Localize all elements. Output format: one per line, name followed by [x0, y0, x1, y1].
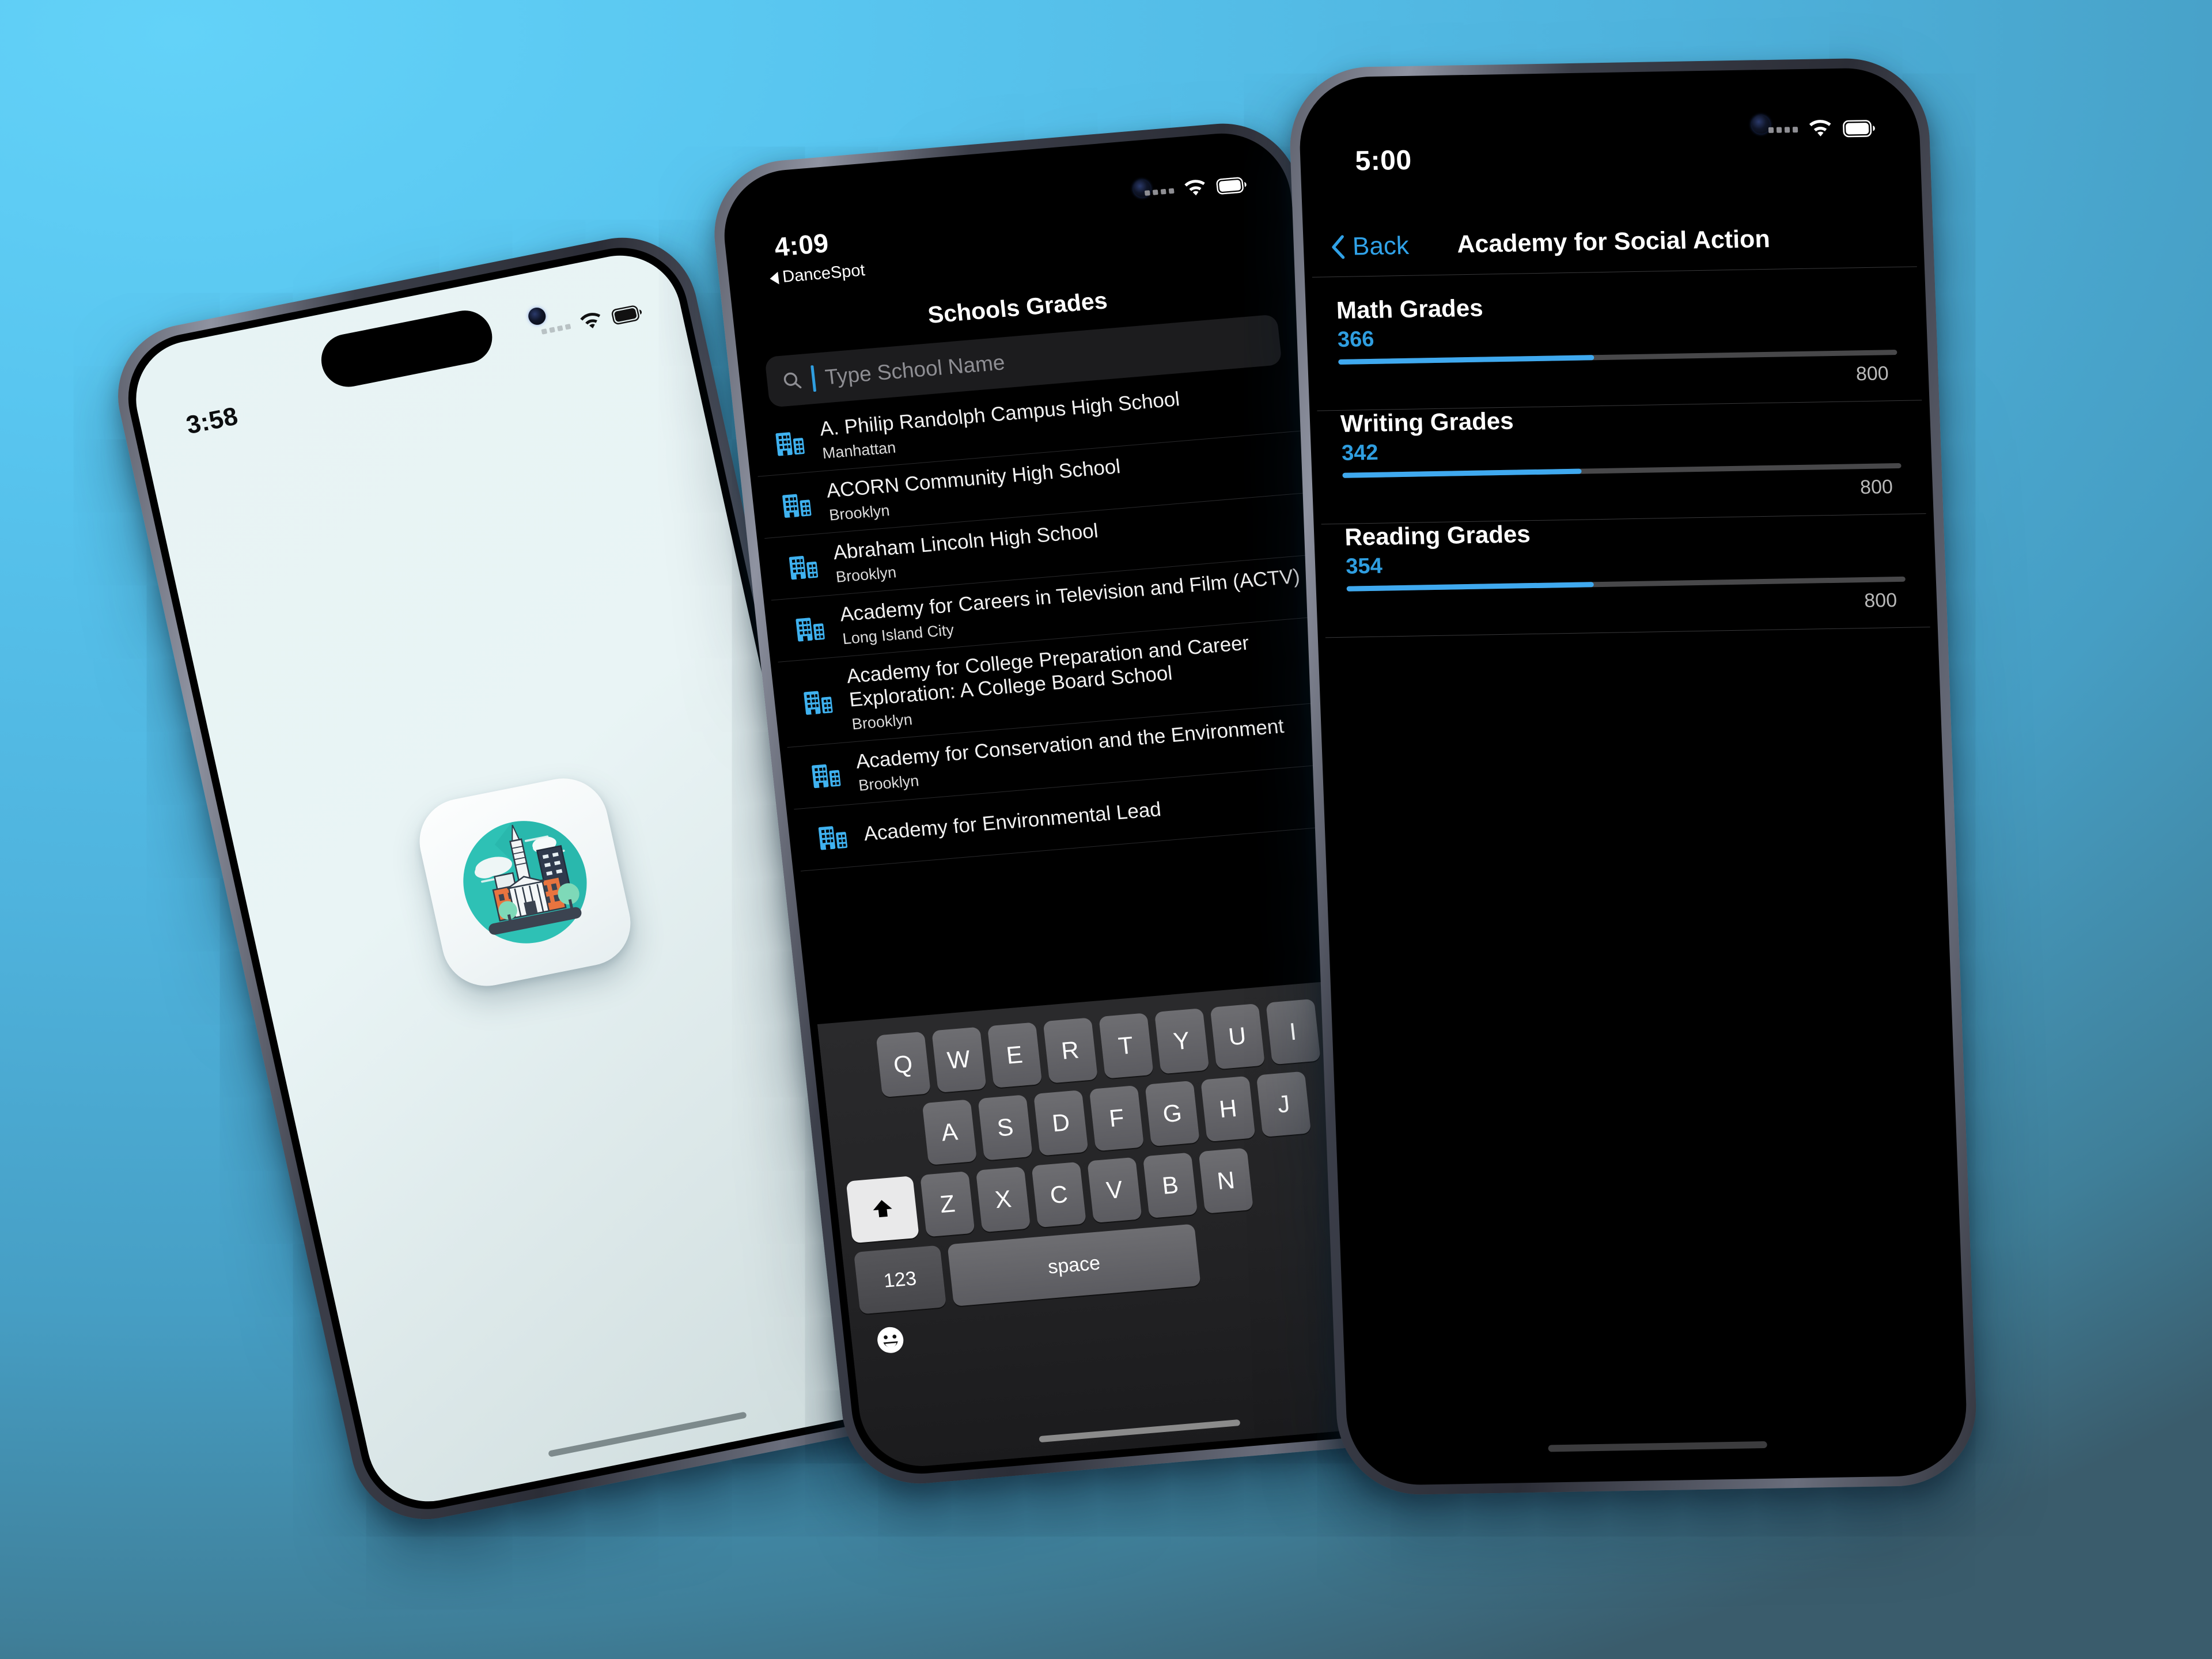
- key-d[interactable]: D: [1033, 1090, 1088, 1156]
- grade-progress-fill: [1347, 582, 1594, 591]
- search-placeholder: Type School Name: [824, 350, 1006, 389]
- grade-label: Writing Grades: [1340, 400, 1900, 438]
- back-button-label: Back: [1352, 231, 1410, 261]
- cellular-bars-icon: [1768, 127, 1798, 133]
- grade-progress: 800: [1347, 577, 1907, 622]
- front-camera-icon: [1751, 115, 1770, 134]
- building-icon: [793, 611, 828, 645]
- status-time: 5:00: [1355, 145, 1412, 177]
- status-icons: [540, 302, 645, 341]
- phone-right-screen: 5:00: [1305, 75, 1961, 1479]
- grade-value: 342: [1341, 431, 1901, 466]
- building-icon: [808, 757, 844, 792]
- grade-max-value: 800: [1855, 362, 1889, 385]
- navigation-bar: Back Academy for Social Action: [1310, 207, 1917, 277]
- phone-right: 5:00: [1287, 57, 1979, 1496]
- building-icon: [800, 684, 836, 719]
- back-triangle-icon: [769, 271, 779, 285]
- building-icon: [786, 549, 821, 584]
- key-v[interactable]: V: [1087, 1157, 1142, 1223]
- building-icon: [815, 820, 851, 854]
- back-button[interactable]: Back: [1310, 231, 1410, 262]
- grade-progress: 800: [1338, 350, 1898, 395]
- key-z[interactable]: Z: [920, 1171, 975, 1237]
- dynamic-island: [918, 172, 1096, 239]
- key-r[interactable]: R: [1043, 1017, 1097, 1083]
- numbers-key[interactable]: 123: [854, 1245, 946, 1315]
- cellular-bars-icon: [1145, 188, 1175, 195]
- key-x[interactable]: X: [976, 1166, 1031, 1232]
- key-b[interactable]: B: [1143, 1153, 1198, 1218]
- key-e[interactable]: E: [987, 1022, 1041, 1088]
- key-g[interactable]: G: [1145, 1081, 1199, 1146]
- grade-progress-fill: [1338, 355, 1594, 365]
- grade-label: Reading Grades: [1344, 514, 1904, 551]
- status-time: 4:09: [773, 227, 831, 263]
- grade-value: 354: [1346, 545, 1906, 579]
- key-s[interactable]: S: [978, 1094, 1032, 1160]
- status-time: 3:58: [184, 402, 241, 440]
- text-cursor: [810, 365, 816, 392]
- status-icons: [1768, 118, 1876, 141]
- dynamic-island: [1519, 104, 1700, 162]
- grade-value: 366: [1337, 318, 1897, 353]
- chevron-left-icon: [1330, 234, 1346, 259]
- building-icon: [772, 425, 808, 460]
- school-name: Academy for Environmental Lead: [862, 798, 1162, 846]
- grade-block: Reading Grades354 800: [1321, 503, 1930, 638]
- grades-section: Math Grades366800Writing Grades342800Rea…: [1305, 75, 1910, 85]
- battery-icon: [1215, 176, 1248, 195]
- city-skyline-app-icon[interactable]: [411, 771, 639, 994]
- phone-right-bezel: 5:00: [1297, 67, 1969, 1486]
- key-a[interactable]: A: [922, 1099, 977, 1165]
- battery-icon: [611, 304, 645, 325]
- wifi-icon: [1805, 119, 1835, 140]
- grade-max-value: 800: [1859, 476, 1893, 499]
- home-indicator[interactable]: [1548, 1441, 1767, 1452]
- school-text: Academy for Environmental Lead: [862, 798, 1162, 846]
- shift-key[interactable]: [846, 1176, 919, 1243]
- key-i[interactable]: I: [1266, 999, 1320, 1065]
- key-f[interactable]: F: [1089, 1085, 1144, 1151]
- grade-progress-fill: [1342, 469, 1581, 478]
- city-skyline-illustration: [440, 798, 611, 966]
- key-c[interactable]: C: [1032, 1162, 1086, 1228]
- key-w[interactable]: W: [931, 1027, 986, 1093]
- grade-progress: 800: [1342, 463, 1902, 509]
- key-y[interactable]: Y: [1154, 1008, 1209, 1074]
- battery-icon: [1842, 120, 1876, 138]
- key-n[interactable]: N: [1199, 1147, 1253, 1213]
- back-to-app-button[interactable]: DanceSpot: [769, 261, 866, 288]
- key-h[interactable]: H: [1200, 1076, 1255, 1142]
- emoji-icon[interactable]: [873, 1323, 908, 1357]
- grade-label: Math Grades: [1336, 287, 1896, 324]
- search-icon: [781, 370, 803, 391]
- key-u[interactable]: U: [1210, 1003, 1264, 1069]
- back-app-label: DanceSpot: [782, 261, 866, 287]
- building-icon: [779, 487, 815, 522]
- home-indicator[interactable]: [548, 1411, 747, 1457]
- key-j[interactable]: J: [1256, 1071, 1311, 1137]
- key-q[interactable]: Q: [876, 1032, 930, 1097]
- dynamic-island: [316, 306, 497, 392]
- key-t[interactable]: T: [1099, 1013, 1153, 1078]
- cellular-bars-icon: [541, 323, 571, 334]
- status-icons: [1143, 175, 1248, 203]
- space-key[interactable]: space: [947, 1224, 1200, 1306]
- grade-max-value: 800: [1864, 589, 1897, 612]
- wifi-icon: [1181, 178, 1210, 200]
- wifi-icon: [576, 310, 606, 334]
